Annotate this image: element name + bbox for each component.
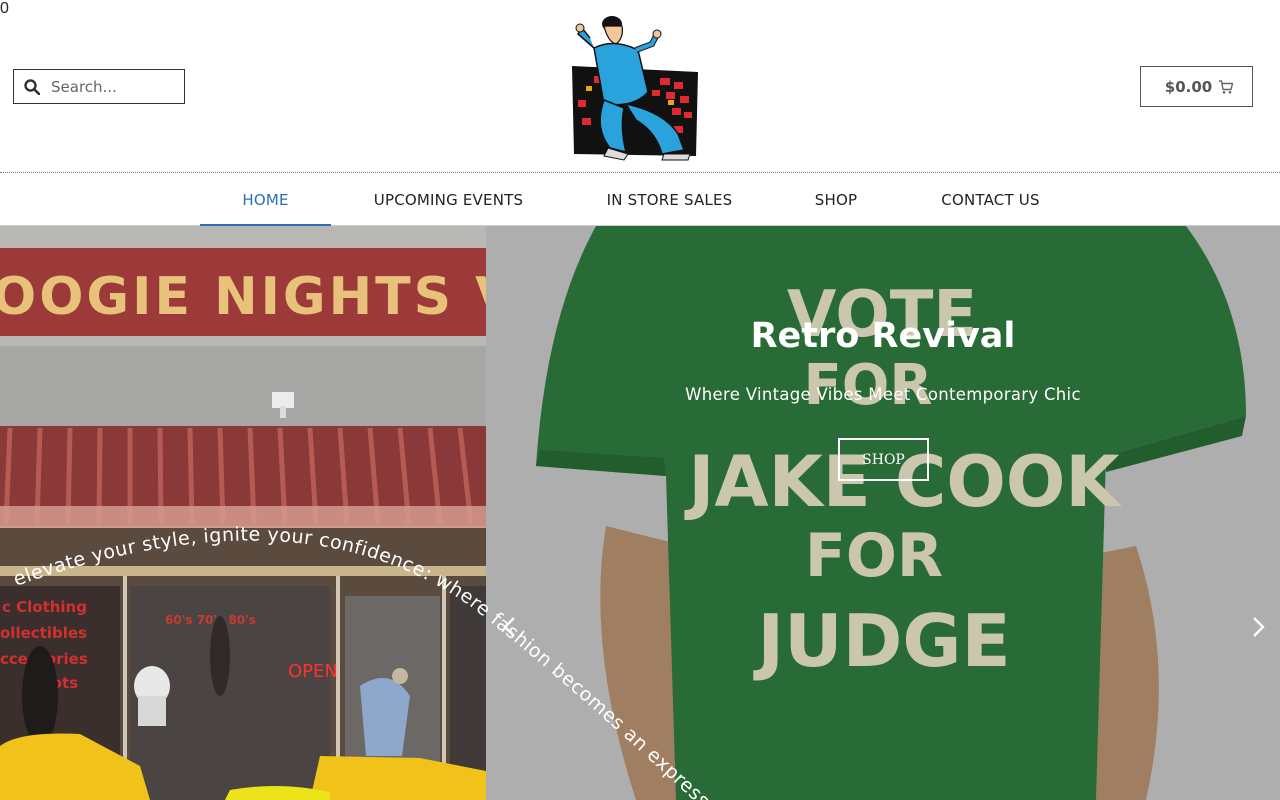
cart-icon [1219, 79, 1234, 94]
cart-button[interactable]: $0.00 [1140, 66, 1253, 107]
slide-title: Retro Revival [750, 316, 1016, 356]
main-nav: HOME UPCOMING EVENTS IN STORE SALES SHOP… [0, 172, 1280, 227]
chevron-left-icon[interactable] [500, 616, 520, 638]
cart-count-badge: 0 [0, 0, 9, 17]
site-logo[interactable] [564, 8, 704, 164]
storefront-sign-text: OOGIE NIGHTS VINT [0, 267, 486, 327]
tshirt-image: VOTE FOR JAKE COOK FOR JUDGE [486, 226, 1280, 800]
search-box[interactable] [13, 69, 185, 104]
nav-item-in-store-sales[interactable]: IN STORE SALES [588, 173, 751, 226]
chevron-right-icon[interactable] [1248, 616, 1268, 638]
window-decades-text: 60's 70's 80's [165, 613, 256, 627]
open-sign: OPEN [288, 661, 338, 682]
nav-item-upcoming-events[interactable]: UPCOMING EVENTS [352, 173, 545, 226]
search-input[interactable] [51, 77, 171, 96]
site-header: $0.00 0 [0, 0, 1280, 172]
nav-item-home[interactable]: HOME [200, 173, 331, 227]
shop-button[interactable]: SHOP [838, 438, 929, 481]
nav-item-shop[interactable]: SHOP [796, 173, 876, 226]
slide-subtitle: Where Vintage Vibes Meet Contemporary Ch… [685, 385, 1081, 404]
storefront-image: OOGIE NIGHTS VINT [0, 226, 486, 800]
hero-slider: OOGIE NIGHTS VINT [0, 226, 1280, 800]
window-text-collectibles: ollectibles [0, 624, 87, 642]
nav-item-contact-us[interactable]: CONTACT US [920, 173, 1061, 226]
window-text-clothing: c Clothing [2, 598, 87, 616]
cart-amount: $0.00 [1164, 77, 1213, 96]
search-icon [24, 78, 40, 95]
